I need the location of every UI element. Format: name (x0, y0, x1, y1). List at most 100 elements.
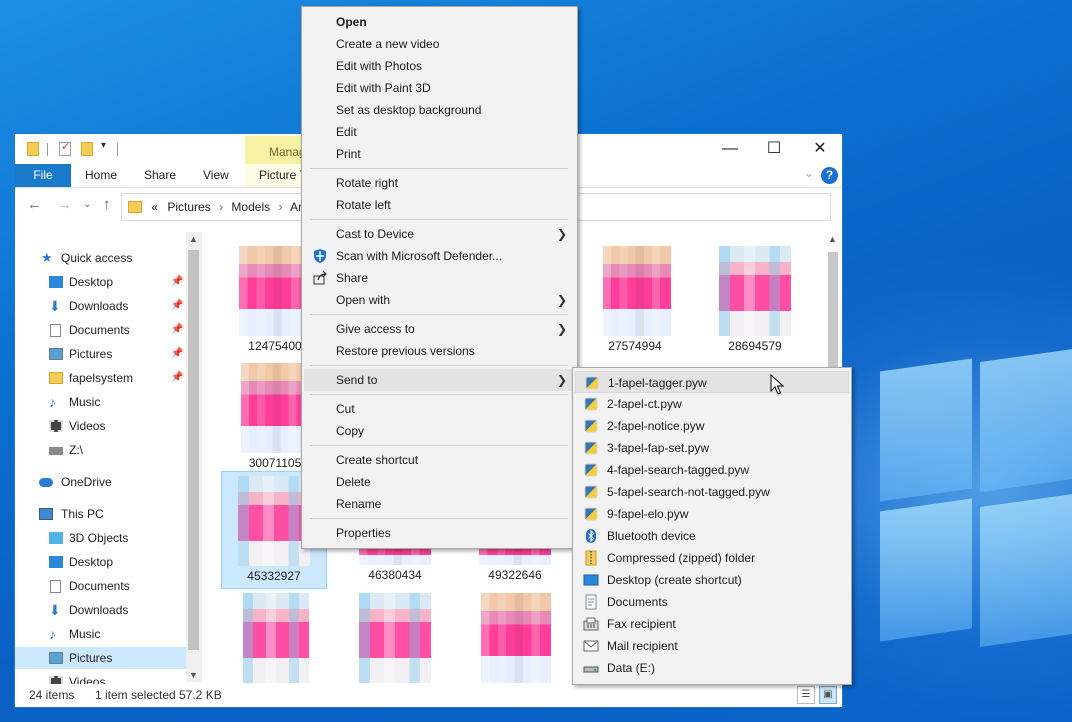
menu-item-rotate-right[interactable]: Rotate right (304, 172, 575, 194)
nav-item-music[interactable]: ♪ Music (15, 391, 185, 413)
nav-item-downloads-pc[interactable]: ⬇ Downloads (15, 599, 185, 621)
menu-item-cast-to-device[interactable]: Cast to Device ❯ (304, 223, 575, 245)
file-thumbnail[interactable]: 28694579 (703, 242, 807, 358)
menu-item-create-shortcut[interactable]: Create shortcut (304, 449, 575, 471)
menu-item-give-access[interactable]: Give access to ❯ (304, 318, 575, 340)
menu-item-open-with[interactable]: Open with ❯ (304, 289, 575, 311)
menu-item-send-to[interactable]: Send to ❯ (304, 369, 575, 391)
send-to-1-fapel-tagger[interactable]: 1-fapel-tagger.pyw (575, 371, 849, 393)
nav-quick-access[interactable]: ★ Quick access (15, 247, 185, 269)
nav-item-music-pc[interactable]: ♪ Music (15, 623, 185, 645)
scroll-down-icon[interactable]: ▼ (189, 670, 198, 680)
share-icon (312, 270, 328, 286)
menu-item-rotate-left[interactable]: Rotate left (304, 194, 575, 216)
nav-item-fapelsystem[interactable]: fapelsystem 📌 (15, 367, 185, 389)
send-to-desktop-shortcut[interactable]: Desktop (create shortcut) (575, 569, 849, 591)
menu-item-edit[interactable]: Edit (304, 121, 575, 143)
scroll-up-icon[interactable]: ▲ (828, 234, 837, 244)
pin-icon[interactable]: 📌 (171, 367, 183, 389)
large-icons-view-icon[interactable]: ▣ (819, 686, 837, 704)
nav-item-pictures[interactable]: Pictures 📌 (15, 343, 185, 365)
send-to-2-fapel-ct[interactable]: 2-fapel-ct.pyw (575, 393, 849, 415)
nav-item-downloads[interactable]: ⬇ Downloads 📌 (15, 295, 185, 317)
send-to-mail[interactable]: Mail recipient (575, 635, 849, 657)
send-to-9-fapel-elo[interactable]: 9-fapel-elo.pyw (575, 503, 849, 525)
menu-item-set-desktop-background[interactable]: Set as desktop background (304, 99, 575, 121)
menu-item-create-video[interactable]: Create a new video (304, 33, 575, 55)
submenu-arrow-icon: ❯ (556, 227, 567, 241)
pin-icon[interactable]: 📌 (171, 343, 183, 365)
send-to-2-fapel-notice[interactable]: 2-fapel-notice.pyw (575, 415, 849, 437)
scrollbar-thumb[interactable] (828, 252, 838, 367)
forward-arrow-icon[interactable]: → (57, 196, 72, 213)
breadcrumb-pictures[interactable]: Pictures (167, 200, 210, 214)
nav-onedrive[interactable]: OneDrive (15, 471, 185, 493)
pin-icon[interactable]: 📌 (171, 271, 183, 293)
nav-item-documents-pc[interactable]: Documents (15, 575, 185, 597)
tab-picture-tools[interactable]: Picture Tools (245, 164, 305, 187)
send-to-3-fapel-fap-set[interactable]: 3-fapel-fap-set.pyw (575, 437, 849, 459)
image-thumbnail (241, 363, 307, 453)
maximize-button[interactable]: ☐ (751, 138, 797, 160)
customize-toolbar-icon[interactable]: ▾ (101, 140, 106, 151)
nav-item-desktop-pc[interactable]: Desktop (15, 551, 185, 573)
send-to-4-fapel-search-tagged[interactable]: 4-fapel-search-tagged.pyw (575, 459, 849, 481)
close-button[interactable]: ✕ (797, 138, 843, 160)
file-thumbnail[interactable] (463, 589, 567, 684)
python-file-icon (584, 485, 598, 499)
selection-count: 1 item selected (95, 688, 176, 702)
tab-home[interactable]: Home (85, 164, 117, 187)
nav-this-pc[interactable]: This PC (15, 503, 185, 525)
menu-item-delete[interactable]: Delete (304, 471, 575, 493)
send-to-bluetooth[interactable]: Bluetooth device (575, 525, 849, 547)
tab-share[interactable]: Share (144, 164, 176, 187)
details-view-icon[interactable]: ☰ (797, 686, 815, 704)
context-menu: Open Create a new video Edit with Photos… (301, 6, 578, 549)
tab-view[interactable]: View (203, 164, 229, 187)
chevron-down-icon[interactable]: ⌄ (804, 166, 814, 180)
menu-item-rename[interactable]: Rename (304, 493, 575, 515)
properties-icon[interactable] (59, 140, 71, 156)
send-to-5-fapel-search-not-tagged[interactable]: 5-fapel-search-not-tagged.pyw (575, 481, 849, 503)
drive-icon (583, 660, 599, 676)
minimize-button[interactable]: — (707, 138, 753, 160)
pin-icon[interactable]: 📌 (171, 319, 183, 341)
address-overflow[interactable]: « (151, 200, 158, 214)
up-arrow-icon[interactable]: ↑ (103, 196, 111, 213)
menu-item-open[interactable]: Open (304, 11, 575, 33)
scroll-up-icon[interactable]: ▲ (189, 234, 198, 244)
recent-locations-icon[interactable]: ⌄ (83, 199, 91, 210)
menu-item-edit-with-photos[interactable]: Edit with Photos (304, 55, 575, 77)
file-thumbnail[interactable] (343, 589, 447, 684)
new-folder-icon[interactable] (81, 142, 93, 156)
tab-file[interactable]: File (15, 164, 71, 187)
menu-item-restore-versions[interactable]: Restore previous versions (304, 340, 575, 362)
nav-item-pictures-pc[interactable]: Pictures (15, 647, 186, 669)
menu-item-print[interactable]: Print (304, 143, 575, 165)
send-to-data-drive[interactable]: Data (E:) (575, 657, 849, 679)
back-arrow-icon[interactable]: ← (27, 196, 42, 213)
help-icon[interactable]: ? (821, 167, 838, 184)
send-to-fax[interactable]: Fax recipient (575, 613, 849, 635)
menu-item-scan-defender[interactable]: Scan with Microsoft Defender... (304, 245, 575, 267)
pin-icon[interactable]: 📌 (171, 295, 183, 317)
send-to-zip-folder[interactable]: Compressed (zipped) folder (575, 547, 849, 569)
menu-item-properties[interactable]: Properties (304, 522, 575, 544)
send-to-documents[interactable]: Documents (575, 591, 849, 613)
menu-item-copy[interactable]: Copy (304, 420, 575, 442)
file-thumbnail[interactable] (223, 589, 327, 684)
nav-item-desktop[interactable]: Desktop 📌 (15, 271, 185, 293)
scrollbar-thumb[interactable] (188, 250, 199, 650)
menu-item-cut[interactable]: Cut (304, 398, 575, 420)
breadcrumb-models[interactable]: Models (231, 200, 270, 214)
folder-icon[interactable] (27, 142, 39, 156)
menu-item-edit-with-paint-3d[interactable]: Edit with Paint 3D (304, 77, 575, 99)
menu-item-share[interactable]: Share (304, 267, 575, 289)
nav-item-videos[interactable]: Videos (15, 415, 185, 437)
nav-item-documents[interactable]: Documents 📌 (15, 319, 185, 341)
nav-item-z-drive[interactable]: Z:\ (15, 439, 185, 461)
nav-item-3d-objects[interactable]: 3D Objects (15, 527, 185, 549)
manage-tab[interactable]: Manage (245, 136, 309, 164)
file-thumbnail[interactable]: 27574994 (583, 242, 687, 358)
nav-scrollbar[interactable]: ▲ ▼ (186, 232, 202, 682)
